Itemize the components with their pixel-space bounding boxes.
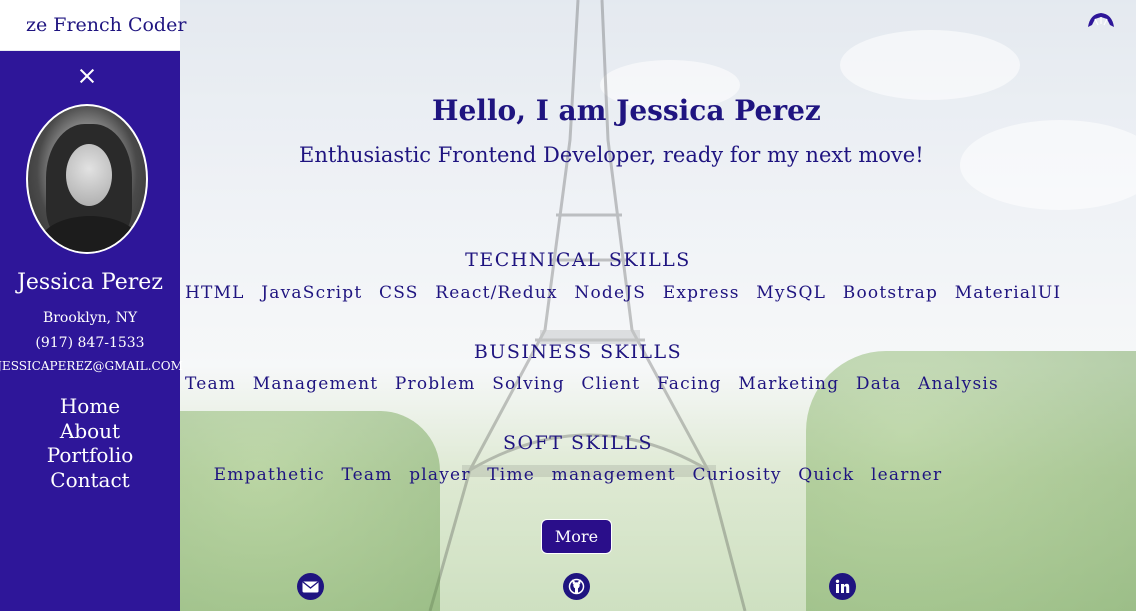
email-icon[interactable] bbox=[297, 573, 324, 600]
skill-item: Marketing bbox=[738, 374, 840, 394]
skill-item: React/Redux bbox=[435, 283, 558, 303]
skill-item: Empathetic bbox=[213, 465, 325, 485]
skill-item: Bootstrap bbox=[842, 283, 939, 303]
close-icon[interactable] bbox=[78, 67, 96, 85]
github-icon[interactable] bbox=[563, 573, 590, 600]
skill-item: MySQL bbox=[756, 283, 827, 303]
main-content: Hello, I am Jessica Perez Enthusiastic F… bbox=[180, 0, 1136, 611]
skill-item: MaterialUI bbox=[954, 283, 1062, 303]
top-bar: ze French Coder bbox=[0, 0, 186, 50]
nav-contact[interactable]: Contact bbox=[0, 468, 180, 493]
skill-item: Management bbox=[252, 374, 379, 394]
skill-item: JavaScript bbox=[261, 283, 363, 303]
more-button[interactable]: More bbox=[541, 519, 612, 554]
business-skills-list: Team Management Problem Solving Client F… bbox=[180, 374, 998, 394]
sidebar-nav: Home About Portfolio Contact bbox=[0, 394, 180, 492]
soft-skills-title: SOFT SKILLS bbox=[503, 432, 653, 454]
skill-item: Facing bbox=[656, 374, 722, 394]
profile-location: Brooklyn, NY bbox=[42, 310, 138, 326]
linkedin-icon[interactable] bbox=[829, 573, 856, 600]
skill-item: Problem bbox=[394, 374, 476, 394]
skill-item: Analysis bbox=[918, 374, 999, 394]
skill-item: Quick bbox=[798, 465, 855, 485]
skill-item: Time bbox=[487, 465, 536, 485]
business-skills-title: BUSINESS SKILLS bbox=[473, 341, 683, 363]
skill-item: Express bbox=[662, 283, 740, 303]
skill-item: Team bbox=[185, 374, 237, 394]
skill-item: Data bbox=[855, 374, 902, 394]
skill-item: Client bbox=[581, 374, 641, 394]
site-brand[interactable]: ze French Coder bbox=[26, 14, 186, 36]
profile-name: Jessica Perez bbox=[17, 270, 163, 295]
skill-item: learner bbox=[871, 465, 943, 485]
nav-portfolio[interactable]: Portfolio bbox=[0, 443, 180, 468]
skill-item: Team bbox=[341, 465, 393, 485]
sidebar: Jessica Perez Brooklyn, NY (917) 847-153… bbox=[0, 51, 183, 611]
technical-skills-list: HTML JavaScript CSS React/Redux NodeJS E… bbox=[180, 283, 1060, 303]
soft-skills-list: Empathetic Team player Time management C… bbox=[180, 465, 976, 485]
nav-about[interactable]: About bbox=[0, 419, 180, 444]
technical-skills-title: TECHNICAL SKILLS bbox=[465, 249, 691, 271]
nav-home[interactable]: Home bbox=[0, 394, 180, 419]
skill-item: player bbox=[409, 465, 471, 485]
skill-item: NodeJS bbox=[574, 283, 647, 303]
skill-item: CSS bbox=[379, 283, 419, 303]
skill-item: Solving bbox=[492, 374, 565, 394]
profile-phone: (917) 847-1533 bbox=[35, 335, 145, 351]
skill-item: Curiosity bbox=[692, 465, 782, 485]
skill-item: HTML bbox=[185, 283, 245, 303]
tagline: Enthusiastic Frontend Developer, ready f… bbox=[299, 143, 924, 167]
skill-item: management bbox=[551, 465, 676, 485]
greeting-heading: Hello, I am Jessica Perez bbox=[432, 94, 821, 127]
profile-email[interactable]: JESSICAPEREZ@GMAIL.COM bbox=[0, 359, 186, 373]
avatar bbox=[26, 104, 148, 254]
